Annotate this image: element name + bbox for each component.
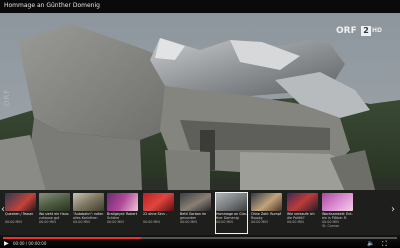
- playlist-item-duration: 00:00 MIN: [216, 220, 233, 224]
- playlist-item[interactable]: 22 ohne Sinn - 00:00 MIN: [143, 193, 174, 233]
- playlist-item[interactable]: "Autobahn": rollen alles Korinthen 00:00…: [73, 193, 104, 233]
- playlist-item[interactable]: Quecken / Teaser 00:00 MIN: [5, 193, 36, 233]
- channel-logo-text: ORF: [336, 26, 357, 36]
- window-title: Hommage an Günther Domenig: [4, 2, 100, 9]
- playlist-item-duration: 00:00 MIN: [287, 220, 304, 224]
- playlist-item[interactable]: Bratlgeyst: Robert Schöne 00:00 MIN: [107, 193, 138, 233]
- progress-bar[interactable]: [3, 237, 397, 239]
- fullscreen-icon[interactable]: ⛶: [382, 240, 387, 248]
- playlist-strip: ‹ Quecken / Teaser 00:00 MIN Wo sieht ei…: [0, 192, 400, 235]
- playlist-item-duration: 00:00 MIN: [107, 220, 124, 224]
- playlist-item-duration: 00:00 MIN: [73, 220, 90, 224]
- playlist-item-duration: 00:00 MIN: [251, 220, 268, 224]
- play-icon[interactable]: ▶: [4, 240, 9, 248]
- volume-icon[interactable]: 🔈: [367, 240, 374, 248]
- playlist-item[interactable]: Wie verkaufe ich die Politik? 00:00 MIN: [287, 193, 318, 233]
- playlist-item[interactable]: Betti Gorban im gesunden 00:00 MIN: [180, 193, 211, 233]
- hd-badge: HD: [372, 27, 383, 34]
- playlist-item[interactable]: Wachsamkeit: Ent- ein is Plötze: R. 00:0…: [322, 193, 353, 233]
- playlist-item-title: 22 ohne Sinn -: [143, 212, 167, 216]
- playlist-item-extra: St. Carnox: [322, 224, 340, 228]
- video-player[interactable]: Hommage an Günther Domenig ORF 2 HD ORF …: [0, 0, 400, 248]
- title-bar: Hommage an Günther Domenig: [0, 0, 400, 13]
- playlist-item[interactable]: Wo sieht ein Haus zuhause gut 00:00 MIN: [39, 193, 70, 233]
- playlist-item-active[interactable]: Hommage an Gün- ther Domenig 00:00 MIN: [215, 192, 248, 234]
- channel-logo: ORF 2 HD: [336, 25, 382, 37]
- playlist-item-duration: 00:00 MIN: [5, 220, 22, 224]
- playlist-item-duration: 00:00 MIN: [143, 220, 160, 224]
- playlist-item-duration: 00:00 MIN: [39, 220, 56, 224]
- chevron-right-icon[interactable]: ›: [389, 203, 397, 217]
- playlist-item-duration: 00:00 MIN: [180, 220, 197, 224]
- playlist-item-title: Quecken / Teaser: [5, 212, 34, 216]
- side-watermark: ORF: [3, 88, 11, 106]
- playlist-item[interactable]: Ohne Zahl: Rumpf Ruppig 00:00 MIN: [251, 193, 282, 233]
- time-display: 00:00 / 00:00:00: [13, 241, 47, 246]
- channel-number: 2: [361, 26, 371, 36]
- progress-fill: [3, 237, 141, 239]
